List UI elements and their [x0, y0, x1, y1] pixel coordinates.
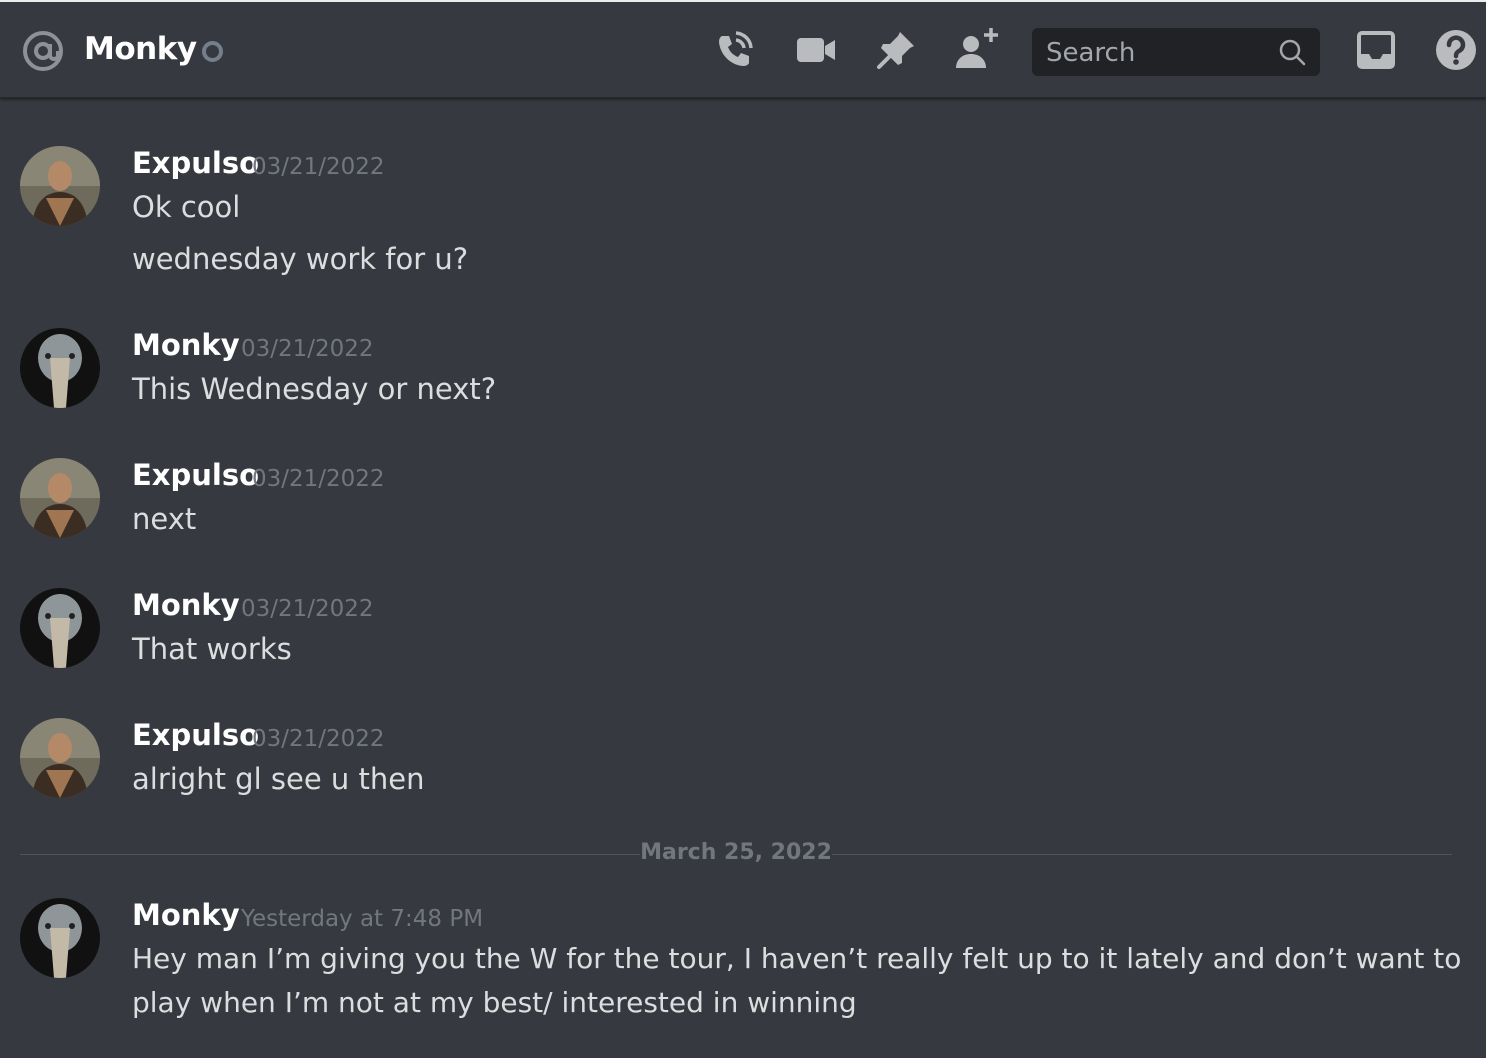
call-icon[interactable] — [710, 26, 758, 74]
message-author[interactable]: Monky — [132, 328, 240, 362]
message-timestamp: 03/21/2022 — [252, 466, 385, 492]
help-icon[interactable] — [1432, 26, 1480, 74]
message-author[interactable]: Monky — [132, 588, 240, 622]
message-text: This Wednesday or next? — [132, 372, 497, 406]
message-text: Hey man I’m giving you the W for the tou… — [132, 942, 1462, 975]
message-timestamp: Yesterday at 7:48 PM — [241, 906, 484, 932]
message-timestamp: 03/21/2022 — [252, 154, 385, 180]
search-icon[interactable] — [1278, 38, 1306, 66]
message-author[interactable]: Expulso — [132, 458, 259, 492]
message-text: That works — [132, 632, 292, 666]
add-friend-icon[interactable] — [952, 26, 1000, 74]
search-bar[interactable] — [1032, 28, 1320, 78]
status-indicator-icon — [202, 41, 223, 62]
message-author[interactable]: Monky — [132, 898, 240, 932]
message-text: play when I’m not at my best/ interested… — [132, 986, 857, 1019]
avatar[interactable] — [20, 718, 100, 798]
message-timestamp: 03/21/2022 — [252, 726, 385, 752]
avatar[interactable] — [20, 588, 100, 668]
message-text: next — [132, 502, 197, 536]
message-timestamp: 03/21/2022 — [241, 596, 374, 622]
channel-name: Monky — [84, 31, 197, 67]
message-timestamp: 03/21/2022 — [241, 336, 374, 362]
inbox-icon[interactable] — [1352, 26, 1400, 74]
avatar[interactable] — [20, 458, 100, 538]
avatar[interactable] — [20, 146, 100, 226]
video-icon[interactable] — [792, 26, 840, 74]
date-divider-label: March 25, 2022 — [640, 840, 832, 865]
pin-icon[interactable] — [872, 26, 920, 74]
message-text: alright gl see u then — [132, 762, 425, 796]
message-author[interactable]: Expulso — [132, 146, 259, 180]
search-input[interactable] — [1044, 28, 1268, 78]
message-text: wednesday work for u? — [132, 242, 469, 276]
avatar[interactable] — [20, 898, 100, 978]
avatar[interactable] — [20, 328, 100, 408]
at-icon — [23, 31, 63, 71]
channel-header: Monky — [0, 0, 1486, 98]
dm-window: Monky Search Expulso 03/21/2022 Ok cool … — [0, 0, 1486, 1058]
message-author[interactable]: Expulso — [132, 718, 259, 752]
message-text: Ok cool — [132, 190, 241, 224]
